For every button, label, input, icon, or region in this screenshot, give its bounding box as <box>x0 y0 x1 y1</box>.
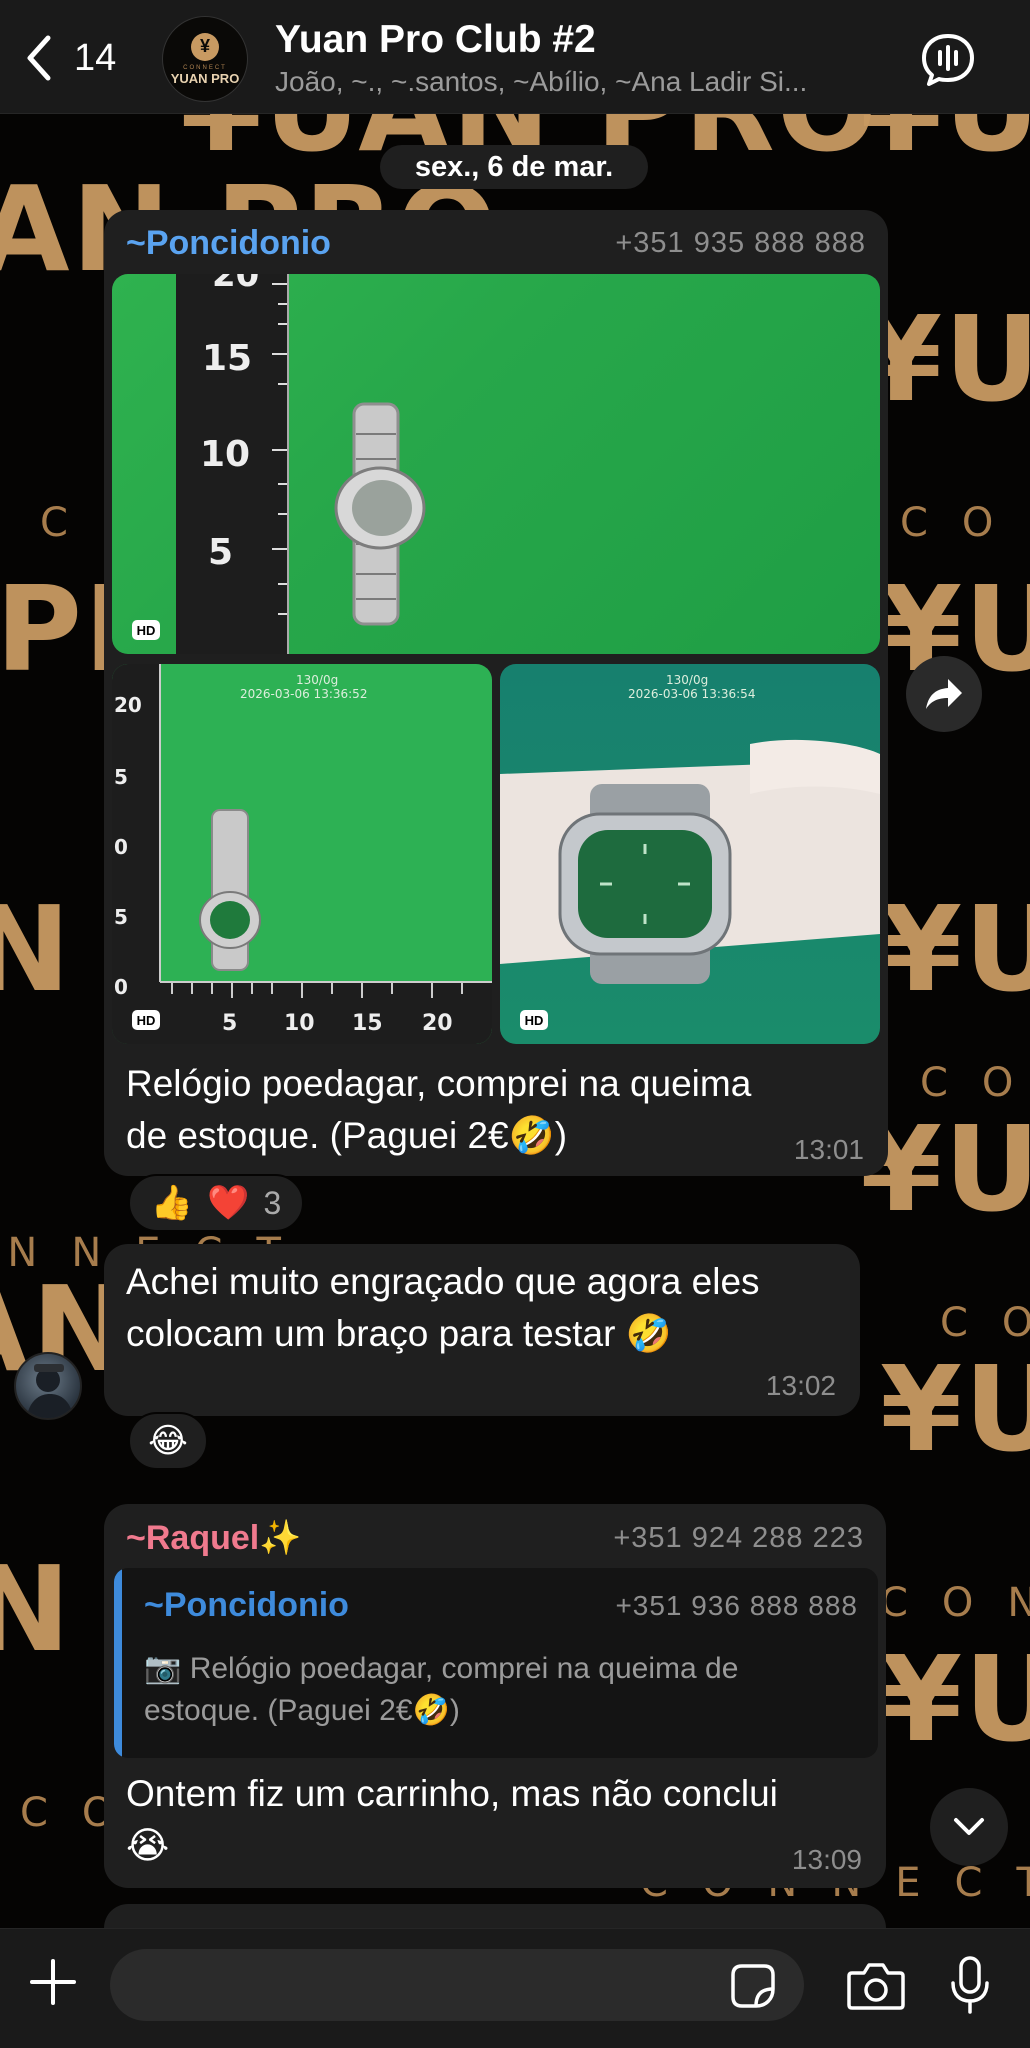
sticker-icon[interactable] <box>730 1963 776 2009</box>
sender-name[interactable]: ~Poncidonio <box>126 224 331 263</box>
camera-icon[interactable] <box>846 1961 906 2011</box>
ruler-label: 20 <box>422 1011 453 1036</box>
message-line: Relógio poedagar, comprei na queima <box>126 1063 752 1104</box>
message-text: Achei muito engraçado que agora eles col… <box>126 1256 760 1360</box>
thumbs-up-reaction: 👍 <box>150 1184 194 1222</box>
photo-timestamp: 2026-03-06 13:36:54 <box>628 687 755 701</box>
message-time: 13:09 <box>791 1844 862 1875</box>
voice-call-icon[interactable] <box>920 32 976 88</box>
forward-icon <box>926 679 962 709</box>
photo-weight: 130/0g <box>666 673 708 687</box>
ruler-label: 0 <box>114 835 128 859</box>
message-bubble[interactable]: ~Poncidonio +351 935 888 888 20 15 10 5 … <box>104 210 888 1176</box>
scroll-to-bottom-button[interactable] <box>930 1788 1008 1866</box>
wallpaper-tagline: CONNECT <box>900 500 1030 546</box>
microphone-icon[interactable] <box>948 1955 992 2015</box>
message-line: Ontem fiz um carrinho, mas não conclui <box>126 1773 778 1814</box>
message-line: de estoque. (Paguei 2€🤣) <box>126 1115 568 1156</box>
quoted-line: estoque. (Paguei 2€🤣) <box>144 1694 460 1727</box>
ruler-label: 15 <box>202 338 252 379</box>
back-button[interactable]: 14 <box>22 30 116 86</box>
watch-photo-illustration: 130/0g 2026-03-06 13:36:54 <box>500 673 880 984</box>
quoted-sender-name: ~Poncidonio <box>144 1586 349 1624</box>
photo-watch-wrist[interactable]: 130/0g 2026-03-06 13:36:54 HD <box>500 664 880 1044</box>
photo-weight: 130/0g <box>296 673 338 687</box>
ruler-label: 10 <box>284 1011 315 1036</box>
ruler-label: 5 <box>222 1011 237 1036</box>
hd-badge: HD <box>520 1010 548 1030</box>
sender-phone: +351 935 888 888 <box>615 227 866 259</box>
yen-logo-icon: ¥ <box>191 32 219 61</box>
message-text: Ontem fiz um carrinho, mas não conclui 😭 <box>126 1768 778 1872</box>
photo-watch-ruler[interactable]: 20 15 10 5 HD <box>112 274 880 654</box>
sender-name[interactable]: ~Raquel✨ <box>126 1518 302 1558</box>
quoted-line: 📷 Relógio poedagar, comprei na queima de <box>144 1652 739 1685</box>
ruler-label: 15 <box>352 1011 383 1036</box>
forward-button[interactable] <box>906 656 982 732</box>
photo-watch-ruler-2[interactable]: 20 5 0 5 0 5 10 15 20 130/0g 2026-03-06 … <box>112 664 492 1044</box>
wallpaper-tagline: CONNECT <box>880 1580 1030 1626</box>
quoted-sender-phone: +351 936 888 888 <box>615 1589 858 1621</box>
quoted-message[interactable]: ~Poncidonio +351 936 888 888 📷 Relógio p… <box>114 1568 878 1758</box>
message-line: 😭 <box>126 1825 170 1866</box>
watch-photo-illustration: 20 5 0 5 0 5 10 15 20 130/0g 2026-03-06 … <box>112 664 492 1044</box>
hd-badge: HD <box>132 1010 160 1030</box>
sender-avatar[interactable] <box>14 1352 82 1420</box>
message-bubble[interactable]: Achei muito engraçado que agora eles col… <box>104 1244 860 1416</box>
chat-header: 14 ¥ CONNECT YUAN PRO Yuan Pro Club #2 J… <box>0 0 1030 114</box>
message-line: Achei muito engraçado que agora eles <box>126 1261 760 1302</box>
ruler-label: 10 <box>200 434 250 475</box>
message-time: 13:01 <box>793 1134 864 1165</box>
ruler-label: 5 <box>208 532 233 573</box>
photo-timestamp: 2026-03-06 13:36:52 <box>240 687 367 701</box>
unread-count: 14 <box>74 36 117 79</box>
chat-participants[interactable]: João, ~., ~.santos, ~Abílio, ~Ana Ladir … <box>275 66 855 98</box>
message-bubble[interactable]: ~Raquel✨ +351 924 288 223 ~Poncidonio +3… <box>104 1504 886 1888</box>
ruler-label: 20 <box>212 274 259 295</box>
date-separator: sex., 6 de mar. <box>380 145 648 189</box>
reactions-pill[interactable]: 👍 ❤️ 3 <box>128 1174 304 1232</box>
wallpaper-brand-text: ¥UAN PRO <box>880 1340 1030 1478</box>
sender-phone: +351 924 288 223 <box>613 1521 864 1554</box>
watch-photo-illustration: 20 15 10 5 <box>176 274 426 654</box>
quoted-text: 📷 Relógio poedagar, comprei na queima de… <box>144 1648 738 1732</box>
message-text: Relógio poedagar, comprei na queima de e… <box>126 1058 751 1162</box>
heart-reaction: ❤️ <box>207 1184 250 1222</box>
wallpaper-brand-text: ¥UAN PRO <box>880 1630 1030 1768</box>
quote-accent-bar <box>114 1568 122 1758</box>
chevron-down-icon <box>954 1818 984 1835</box>
message-line: colocam um braço para testar 🤣 <box>126 1313 672 1354</box>
ruler-label: 0 <box>114 975 128 999</box>
chat-title[interactable]: Yuan Pro Club #2 <box>275 18 596 62</box>
ruler-label: 5 <box>114 765 128 789</box>
group-avatar[interactable]: ¥ CONNECT YUAN PRO <box>162 16 248 102</box>
message-time: 13:02 <box>765 1370 836 1401</box>
ruler-label: 20 <box>114 693 142 717</box>
chevron-left-icon <box>27 35 51 81</box>
laughing-reaction: 😂 <box>148 1422 188 1460</box>
ruler-label: 5 <box>114 905 128 929</box>
message-input[interactable] <box>110 1949 804 2021</box>
wallpaper-brand-text: ¥UAN PRO <box>880 880 1030 1018</box>
hd-badge: HD <box>132 620 160 640</box>
reaction-count: 3 <box>263 1184 282 1221</box>
message-composer <box>0 1928 1030 2048</box>
avatar-brand: YUAN PRO <box>170 70 240 86</box>
plus-icon[interactable] <box>28 1957 78 2007</box>
reactions-pill[interactable]: 😂 <box>128 1412 208 1470</box>
